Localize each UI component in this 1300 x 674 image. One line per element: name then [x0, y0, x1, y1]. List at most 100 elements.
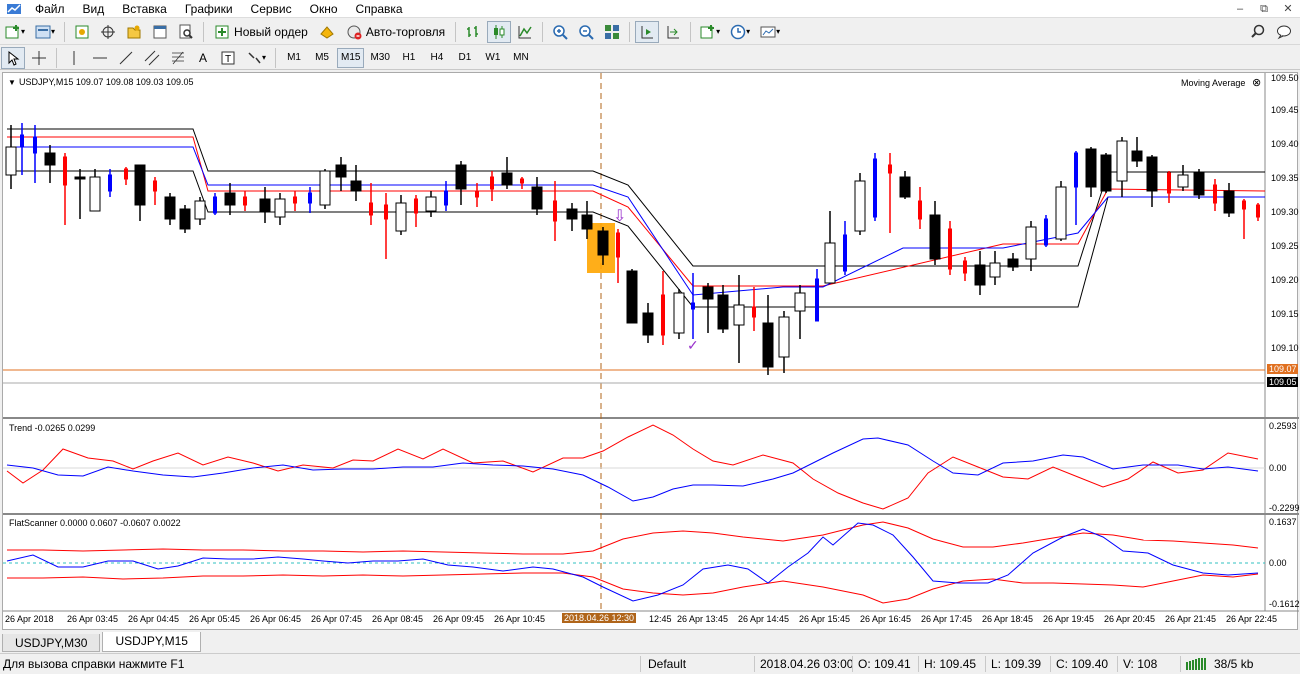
- minimize-icon[interactable]: –: [1228, 0, 1252, 18]
- status-high: H: 109.45: [924, 657, 977, 671]
- candlestick: [626, 269, 638, 324]
- timeframe-w1[interactable]: W1: [480, 48, 506, 68]
- horizontal-line-button[interactable]: [88, 47, 112, 69]
- tab-usdjpy-m30[interactable]: USDJPY,M30: [2, 634, 101, 652]
- timeframe-m15[interactable]: M15: [337, 47, 365, 68]
- timeframe-m5[interactable]: M5: [309, 48, 335, 68]
- auto-trading-button[interactable]: Авто-торговля: [341, 21, 450, 43]
- menu-insert[interactable]: Вставка: [113, 0, 176, 18]
- strategy-tester-button[interactable]: [174, 21, 198, 43]
- text-label-button[interactable]: T: [216, 47, 240, 69]
- crosshair-icon: [101, 24, 116, 39]
- timeframe-h4[interactable]: H4: [424, 48, 450, 68]
- new-order-button[interactable]: Новый ордер: [209, 21, 313, 43]
- timeframe-h1[interactable]: H1: [396, 48, 422, 68]
- timeframe-m1[interactable]: M1: [281, 48, 307, 68]
- restore-icon[interactable]: ⧉: [1252, 0, 1276, 18]
- timeframe-m30[interactable]: M30: [366, 48, 393, 68]
- terminal-button[interactable]: [148, 21, 172, 43]
- chart-shift-button[interactable]: [635, 20, 660, 43]
- chat-icon[interactable]: [1276, 24, 1292, 40]
- trend-scale-mid: 0.00: [1269, 463, 1287, 473]
- arrows-icon: [248, 51, 261, 63]
- market-watch-button[interactable]: [70, 21, 94, 43]
- channel-icon: [144, 50, 160, 65]
- horizontal-line-icon: [93, 57, 107, 58]
- navigator-button[interactable]: [122, 21, 146, 43]
- new-chart-icon: [5, 24, 19, 38]
- status-connection[interactable]: 38/5 kb: [1186, 657, 1253, 671]
- tile-windows-button[interactable]: [600, 21, 624, 43]
- equidistant-channel-button[interactable]: [140, 47, 164, 69]
- candlestick-button[interactable]: [487, 20, 512, 43]
- time-axis-label: 26 Apr 21:45: [1165, 614, 1217, 624]
- timeframe-d1[interactable]: D1: [452, 48, 478, 68]
- price-axis-label: 109.10: [1271, 343, 1299, 353]
- time-axis-label: 26 Apr 06:45: [250, 614, 302, 624]
- menu-window[interactable]: Окно: [301, 0, 347, 18]
- autoscroll-button[interactable]: [661, 21, 685, 43]
- meta-editor-button[interactable]: [315, 21, 339, 43]
- bar-chart-button[interactable]: [461, 21, 485, 43]
- line-chart-button[interactable]: [513, 21, 537, 43]
- text-button[interactable]: A: [192, 47, 214, 69]
- price-axis-label: 109.25: [1271, 241, 1299, 251]
- trend-scale-bottom: -0.2299: [1269, 503, 1300, 513]
- menu-charts[interactable]: Графики: [176, 0, 242, 18]
- menu-file[interactable]: Файл: [26, 0, 74, 18]
- profiles-icon: [35, 25, 51, 38]
- arrows-button[interactable]: ▾: [242, 47, 270, 69]
- data-window-button[interactable]: [96, 21, 120, 43]
- chart-window[interactable]: ⇩ ✓ USDJPY,M15 109.07 109.08 109.03 109.…: [2, 72, 1300, 631]
- candlestick: [1193, 169, 1205, 199]
- status-close: C: 109.40: [1056, 657, 1109, 671]
- search-icon[interactable]: [1250, 24, 1266, 40]
- market-watch-icon: [75, 25, 89, 38]
- time-axis-label: 26 Apr 15:45: [799, 614, 851, 624]
- check-signal-icon: ✓: [687, 337, 699, 353]
- menu-tools[interactable]: Сервис: [242, 0, 301, 18]
- profiles-button[interactable]: ▾: [31, 21, 59, 43]
- tab-usdjpy-m15[interactable]: USDJPY,M15: [102, 632, 201, 652]
- crosshair-button[interactable]: [27, 47, 51, 69]
- time-axis-label: 26 Apr 08:45: [372, 614, 424, 624]
- price-chart[interactable]: ⇩ ✓: [3, 73, 1299, 631]
- vertical-line-button[interactable]: [62, 47, 86, 69]
- timeframe-mn[interactable]: MN: [508, 48, 534, 68]
- indicators-icon: [700, 24, 715, 38]
- templates-icon: [760, 26, 776, 37]
- status-low: L: 109.39: [991, 657, 1042, 671]
- status-profile[interactable]: Default: [648, 657, 686, 671]
- indicators-button[interactable]: ▾: [696, 21, 724, 43]
- time-axis-label: 26 Apr 14:45: [738, 614, 790, 624]
- new-chart-button[interactable]: ▾: [1, 21, 29, 43]
- status-traffic: 38/5 kb: [1214, 657, 1254, 671]
- app-icon: [7, 3, 21, 14]
- magnifier-doc-icon: [179, 24, 193, 39]
- time-axis-label: 26 Apr 07:45: [311, 614, 363, 624]
- time-axis-label: 26 Apr 03:45: [67, 614, 119, 624]
- time-axis-label: 26 Apr 04:45: [128, 614, 180, 624]
- chart-menu-triangle-icon[interactable]: ▼: [8, 78, 16, 87]
- menu-bar: Файл Вид Вставка Графики Сервис Окно Спр…: [0, 0, 1300, 18]
- menu-help[interactable]: Справка: [347, 0, 412, 18]
- trendline-button[interactable]: [114, 47, 138, 69]
- cursor-button[interactable]: [1, 46, 25, 69]
- main-price-panel[interactable]: [3, 73, 1265, 418]
- zoom-out-button[interactable]: [574, 21, 598, 43]
- time-axis-label: 26 Apr 09:45: [433, 614, 485, 624]
- indicator-close-icon[interactable]: ⊗: [1252, 76, 1261, 89]
- close-icon[interactable]: ✕: [1276, 0, 1300, 18]
- cursor-icon: [8, 50, 20, 66]
- time-axis-label: 26 Apr 2018: [5, 614, 54, 624]
- status-datetime: 2018.04.26 03:00: [760, 657, 854, 671]
- bid-price-label: 109.07: [1267, 364, 1298, 374]
- status-volume: V: 108: [1123, 657, 1158, 671]
- templates-button[interactable]: ▾: [756, 21, 784, 43]
- fibonacci-button[interactable]: [166, 47, 190, 69]
- periods-button[interactable]: ▾: [726, 21, 754, 43]
- text-label-icon: T: [221, 51, 235, 65]
- menu-view[interactable]: Вид: [74, 0, 114, 18]
- zoom-in-button[interactable]: [548, 21, 572, 43]
- ask-price-label: 109.05: [1267, 377, 1298, 387]
